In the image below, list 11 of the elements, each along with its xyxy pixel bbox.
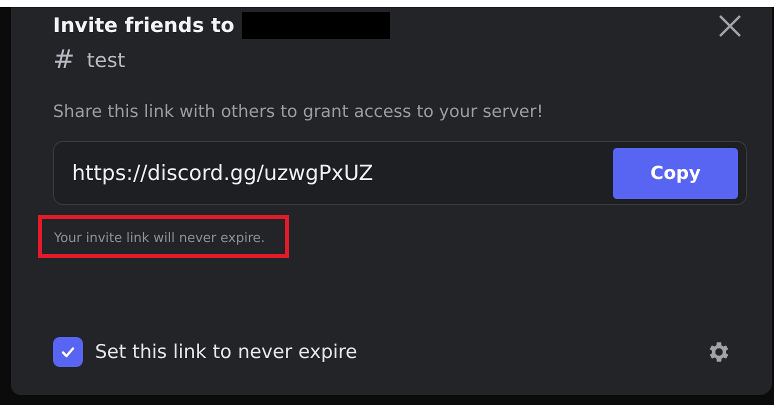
expiry-hint: Your invite link will never expire. xyxy=(54,231,265,246)
channel-name: test xyxy=(86,48,126,72)
dialog-title: Invite friends to xyxy=(53,13,234,37)
checkbox[interactable] xyxy=(53,337,83,367)
invite-link: https://discord.gg/uzwgPxUZ xyxy=(72,161,374,185)
channel-hash: # xyxy=(53,47,75,73)
checkbox-label: Set this link to never expire xyxy=(95,341,358,363)
close-icon xyxy=(718,14,742,38)
invite-link-field[interactable]: https://discord.gg/uzwgPxUZ Copy xyxy=(53,141,747,205)
description-text: Share this link with others to grant access to your server! xyxy=(53,102,544,122)
copy-button[interactable]: Copy xyxy=(613,148,738,198)
